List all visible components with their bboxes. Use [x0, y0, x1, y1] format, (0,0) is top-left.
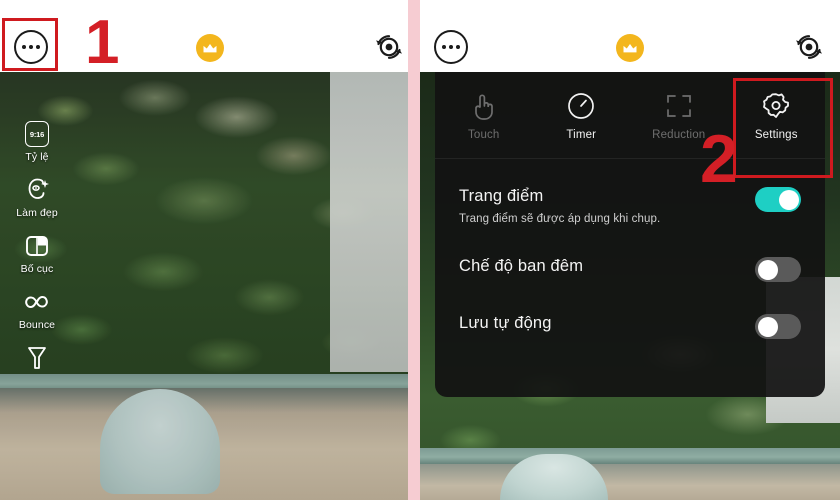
switch-camera-button[interactable] [372, 32, 406, 62]
row-texts: Chế độ ban đêm [459, 255, 583, 276]
timer-glyph [568, 93, 595, 119]
setting-row-night-mode[interactable]: Chế độ ban đêm [459, 255, 801, 282]
quick-action-touch[interactable]: Touch [435, 72, 533, 158]
left-tool-rail: 9:16 Tỷ lệ Làm đẹp Bố cục Bounce [6, 120, 68, 388]
tool-bounce[interactable]: Bounce [6, 288, 68, 331]
hand-touch-icon [471, 89, 497, 123]
toggle-knob [757, 259, 778, 280]
tool-label: Làm đẹp [16, 207, 58, 219]
setting-toggle-auto-save[interactable] [755, 314, 801, 339]
dot [442, 45, 446, 49]
timer-clock-icon [566, 89, 596, 123]
right-phone-screen: Touch Timer Reduction Settings Trang điể… [420, 0, 840, 500]
setting-title: Lưu tự động [459, 314, 552, 332]
tutorial-screenshot: 9:16 Tỷ lệ Làm đẹp Bố cục Bounce 1 Touch… [0, 0, 840, 500]
panel-divider [408, 0, 420, 500]
premium-crown-icon[interactable] [616, 34, 644, 62]
setting-title: Trang điểm [459, 187, 544, 205]
toggle-knob [778, 189, 799, 210]
left-phone-screen: 9:16 Tỷ lệ Làm đẹp Bố cục Bounce 1 [0, 0, 408, 500]
premium-crown-icon[interactable] [196, 34, 224, 62]
row-texts: Lưu tự động [459, 312, 552, 333]
row-texts: Trang điểm Trang điểm sẽ được áp dụng kh… [459, 185, 660, 225]
reduction-glyph [666, 95, 691, 117]
filter-funnel-icon [23, 344, 51, 372]
crown-glyph [623, 43, 637, 52]
aspect-ratio-icon: 9:16 [23, 120, 51, 148]
tool-beauty[interactable]: Làm đẹp [6, 176, 68, 219]
setting-row-makeup[interactable]: Trang điểm Trang điểm sẽ được áp dụng kh… [459, 185, 801, 225]
bounce-loop-icon [23, 288, 51, 316]
setting-row-auto-save[interactable]: Lưu tự động [459, 312, 801, 339]
quick-action-timer[interactable]: Timer [533, 72, 631, 158]
dot [449, 45, 453, 49]
settings-list: Trang điểm Trang điểm sẽ được áp dụng kh… [435, 159, 825, 339]
quick-action-label: Touch [468, 129, 500, 141]
highlight-box-more-options [2, 18, 58, 71]
quick-action-label: Reduction [652, 129, 706, 141]
setting-toggle-makeup[interactable] [755, 187, 801, 212]
quick-action-label: Timer [566, 129, 597, 141]
highlight-box-settings [733, 78, 833, 178]
tool-label: Tỷ lệ [25, 151, 49, 163]
tool-aspect-ratio[interactable]: 9:16 Tỷ lệ [6, 120, 68, 163]
setting-title: Chế độ ban đêm [459, 257, 584, 275]
step-marker-2: 2 [700, 121, 738, 197]
tool-label: Bounce [18, 319, 56, 331]
setting-toggle-night-mode[interactable] [755, 257, 801, 282]
tool-filter[interactable] [6, 344, 68, 375]
layout-glyph [26, 236, 48, 256]
ratio-box: 9:16 [25, 121, 49, 147]
dot [456, 45, 460, 49]
crop-frame-icon [664, 89, 694, 123]
tool-label: Bố cục [20, 263, 54, 275]
more-options-button[interactable] [434, 30, 468, 64]
beauty-glyph [28, 178, 49, 199]
switch-camera-button[interactable] [792, 32, 826, 62]
right-top-bar [420, 0, 840, 72]
switch-camera-icon [376, 35, 402, 59]
preview-floor [420, 464, 840, 500]
tool-layout[interactable]: Bố cục [6, 232, 68, 275]
crown-glyph [203, 43, 217, 52]
layout-grid-icon [23, 232, 51, 260]
left-top-bar [0, 0, 408, 72]
touch-glyph [474, 94, 493, 120]
ratio-value: 9:16 [29, 129, 45, 139]
setting-subtitle: Trang điểm sẽ được áp dụng khi chụp. [459, 213, 661, 225]
filter-glyph [28, 347, 46, 369]
switch-camera-icon [796, 35, 822, 59]
step-marker-1: 1 [85, 8, 120, 77]
bounce-glyph [25, 295, 48, 309]
beauty-face-icon [23, 176, 51, 204]
toggle-knob [757, 316, 778, 337]
